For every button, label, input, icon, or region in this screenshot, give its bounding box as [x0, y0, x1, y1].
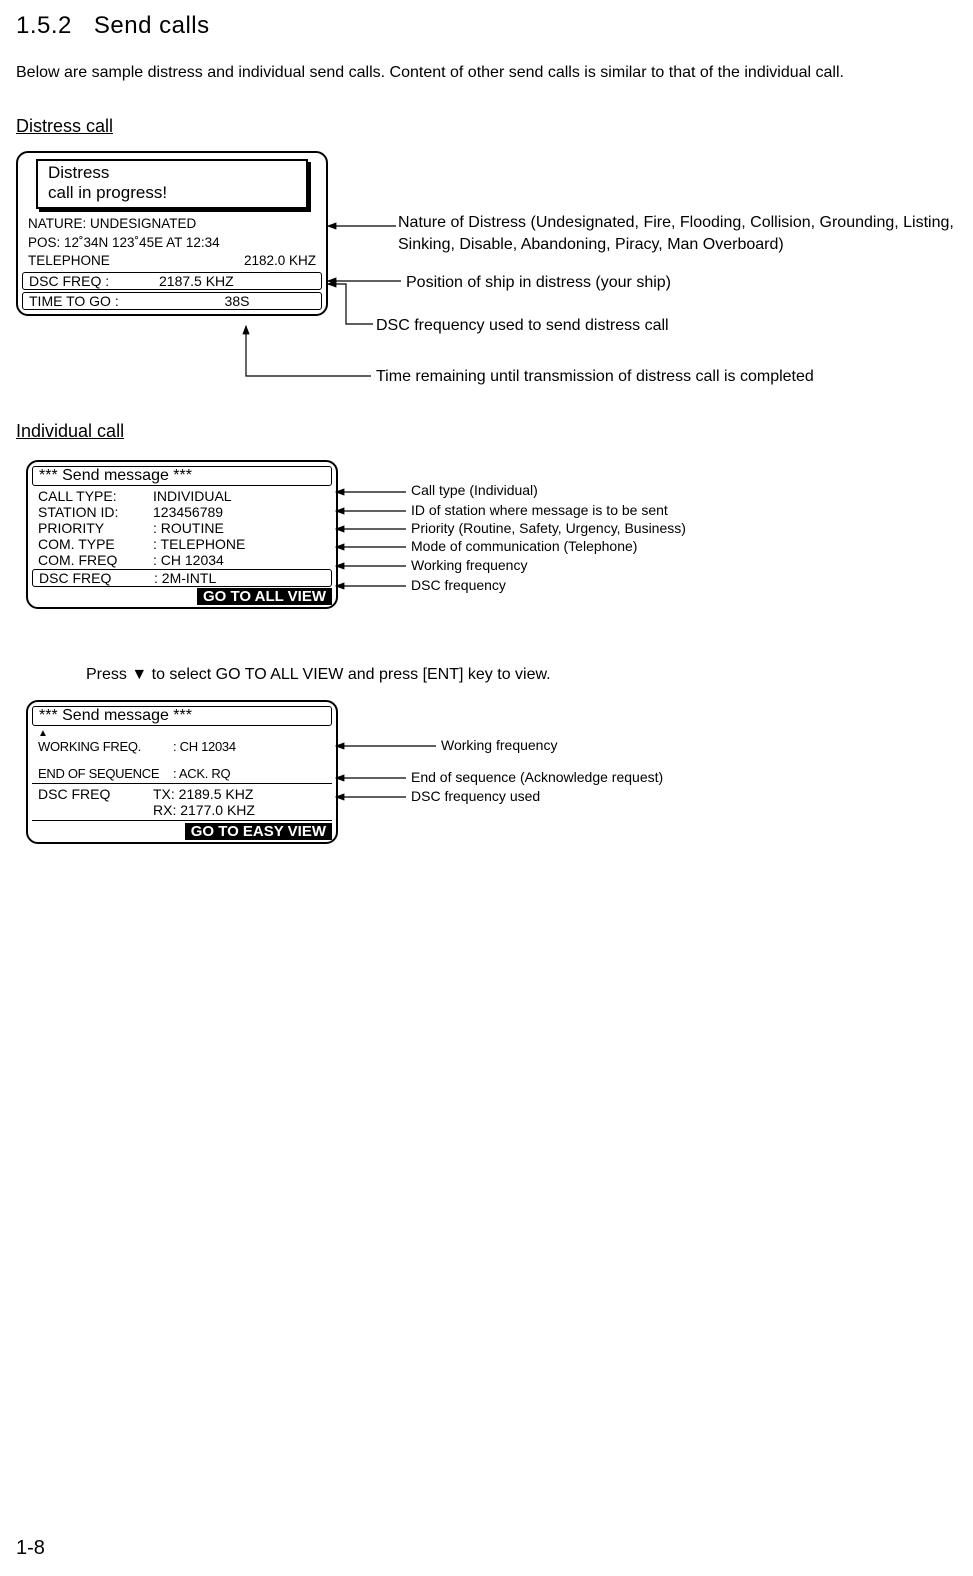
heading-distress-call: Distress call [16, 116, 957, 137]
page-number: 1-8 [16, 1537, 45, 1560]
callout-ttg: Time remaining until transmission of dis… [376, 366, 896, 388]
section-number: 1.5.2 [16, 12, 72, 39]
section-title: Send calls [94, 12, 210, 39]
callout-eos: End of sequence (Acknowledge request) [411, 769, 663, 785]
callout-priority: Priority (Routine, Safety, Urgency, Busi… [411, 520, 686, 536]
callout-working-freq-2: Working frequency [441, 737, 557, 753]
callout-working-freq: Working frequency [411, 557, 527, 573]
callout-dsc-freq: DSC frequency [411, 577, 506, 593]
callout-position: Position of ship in distress (your ship) [406, 272, 671, 294]
heading-individual-call: Individual call [16, 421, 957, 442]
instruction-text: Press ▼ to select GO TO ALL VIEW and pre… [86, 664, 957, 686]
callout-dsc: DSC frequency used to send distress call [376, 315, 669, 337]
callout-com-type: Mode of communication (Telephone) [411, 538, 637, 554]
callout-call-type: Call type (Individual) [411, 482, 538, 498]
section-heading: 1.5.2 Send calls [16, 12, 957, 40]
intro-paragraph: Below are sample distress and individual… [16, 58, 957, 88]
callout-dsc-used: DSC frequency used [411, 788, 540, 804]
callout-nature: Nature of Distress (Undesignated, Fire, … [398, 212, 958, 255]
callout-station-id: ID of station where message is to be sen… [411, 502, 668, 518]
